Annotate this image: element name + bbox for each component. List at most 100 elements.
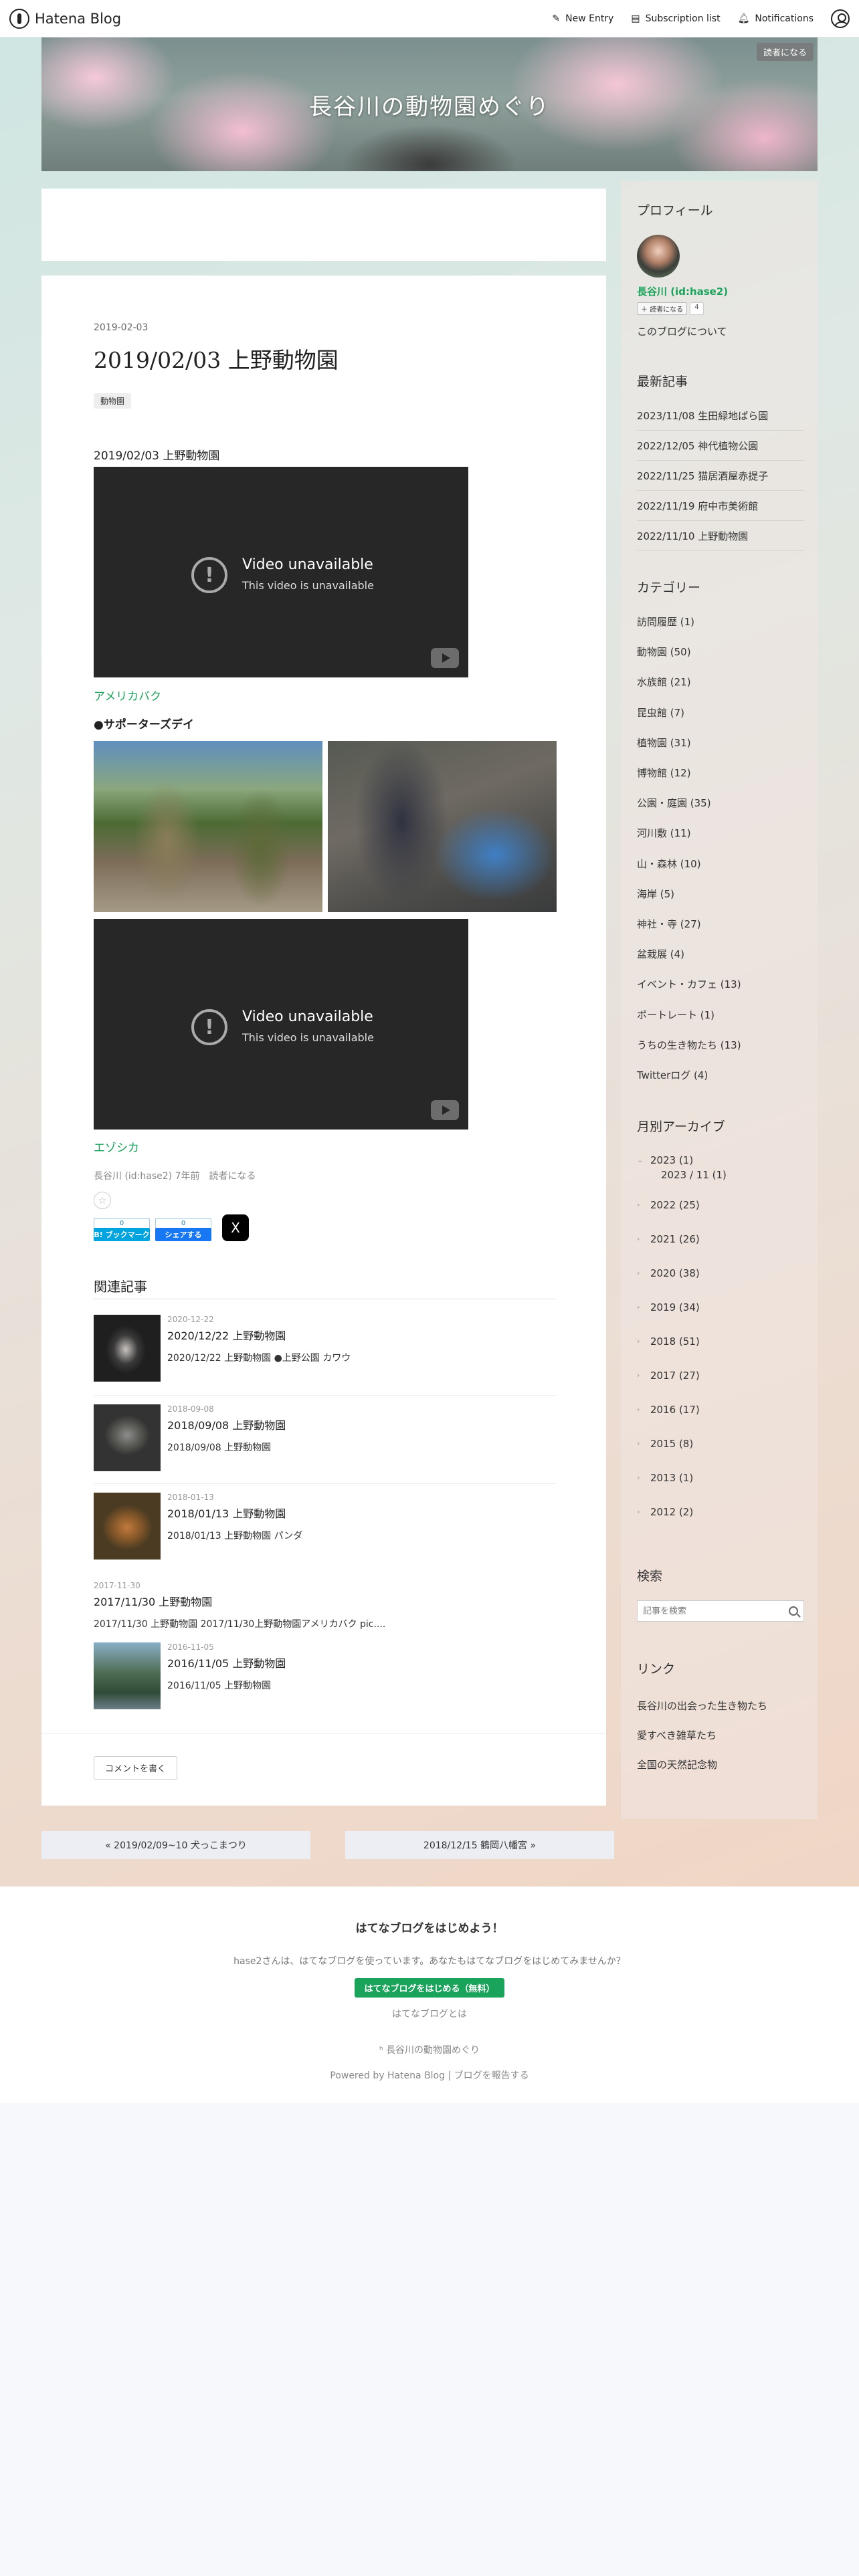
prev-entry-link[interactable]: « 2019/02/09~10 犬っこまつり xyxy=(41,1831,310,1859)
hatena-bookmark-share[interactable]: 0 B! ブックマーク xyxy=(94,1218,150,1241)
subscription-list-link[interactable]: ▤ Subscription list xyxy=(631,13,720,24)
photo-feeding[interactable] xyxy=(328,741,557,912)
about-hatena-blog-link[interactable]: はてなブログとは xyxy=(0,2007,859,2020)
archive-year[interactable]: › 2020 (38) xyxy=(637,1256,804,1290)
category-item[interactable]: 海岸 (5) xyxy=(637,879,804,909)
related-date: 2020-12-22 xyxy=(167,1315,214,1324)
category-item[interactable]: 昆虫館 (7) xyxy=(637,697,804,728)
profile-name[interactable]: 長谷川 (id:hase2) xyxy=(637,284,804,298)
follow-button[interactable]: ＋ 読者になる xyxy=(637,302,688,315)
archive-year[interactable]: › 2018 (51) xyxy=(637,1324,804,1358)
archive-year[interactable]: › 2022 (25) xyxy=(637,1188,804,1222)
hatena-bookmark-button[interactable]: B! ブックマーク xyxy=(94,1228,150,1241)
youtube-icon[interactable] xyxy=(431,1100,459,1120)
hatena-blog-logo[interactable]: Hatena Blog xyxy=(9,8,121,29)
notifications-link[interactable]: 🔔︎ Notifications xyxy=(738,13,814,24)
entry-date[interactable]: 2019-02-03 xyxy=(94,322,597,333)
archive-heading: 月別アーカイブ xyxy=(637,1119,725,1134)
subscribe-button[interactable]: 読者になる xyxy=(756,43,814,61)
category-item[interactable]: ポートレート (1) xyxy=(637,999,804,1029)
x-share-icon[interactable]: X xyxy=(222,1214,249,1241)
link-american-tapir[interactable]: アメリカバク xyxy=(94,687,161,704)
category-tag[interactable]: 動物園 xyxy=(94,393,132,409)
related-thumbnail[interactable] xyxy=(94,1315,161,1382)
search-icon[interactable] xyxy=(789,1606,798,1616)
related-title[interactable]: 2020/12/22 上野動物園 xyxy=(167,1327,351,1343)
video-title: Video unavailable xyxy=(242,556,373,573)
related-item[interactable]: 2018-01-13 2018/01/13 上野動物園 2018/01/13 上… xyxy=(94,1493,555,1560)
user-icon[interactable] xyxy=(831,9,850,28)
archive-month[interactable]: 2023 / 11 (1) xyxy=(637,1169,804,1184)
star-icon[interactable]: ☆ xyxy=(94,1192,111,1209)
category-item[interactable]: うちの生き物たち (13) xyxy=(637,1030,804,1060)
entry-title[interactable]: 2019/02/03 上野動物園 xyxy=(94,342,597,374)
recent-item[interactable]: 2023/11/08 生田緑地ばら園 xyxy=(637,401,804,431)
blog-title[interactable]: 長谷川の動物園めぐり xyxy=(309,88,550,121)
related-thumbnail[interactable] xyxy=(94,1404,161,1471)
share-buttons: 0 B! ブックマーク 0 シェアする X xyxy=(94,1214,249,1241)
category-item[interactable]: 山・森林 (10) xyxy=(637,849,804,879)
start-blog-button[interactable]: はてなブログをはじめる（無料） xyxy=(355,1978,504,1998)
archive-year[interactable]: › 2019 (34) xyxy=(637,1290,804,1324)
facebook-share-button[interactable]: シェアする xyxy=(155,1228,211,1241)
category-item[interactable]: 公園・庭園 (35) xyxy=(637,788,804,818)
avatar[interactable] xyxy=(637,235,680,278)
recent-item[interactable]: 2022/11/25 猫居酒屋赤提子 xyxy=(637,461,804,491)
related-title[interactable]: 2018/09/08 上野動物園 xyxy=(167,1416,286,1432)
related-title[interactable]: 2017/11/30 上野動物園 xyxy=(94,1593,555,1609)
category-item[interactable]: Twitterログ (4) xyxy=(637,1060,804,1090)
search-input[interactable] xyxy=(643,1606,789,1616)
subscription-list-label: Subscription list xyxy=(645,13,721,24)
category-item[interactable]: 河川敷 (11) xyxy=(637,818,804,848)
footer-blog-name[interactable]: ʰ 長谷川の動物園めぐり xyxy=(0,2043,859,2056)
video-embed[interactable]: ! Video unavailable This video is unavai… xyxy=(94,467,468,677)
related-thumbnail[interactable] xyxy=(94,1493,161,1560)
photo-zookeepers[interactable] xyxy=(94,741,322,912)
related-snippet: 2018/01/13 上野動物園 パンダ xyxy=(167,1531,303,1541)
category-item[interactable]: 動物園 (50) xyxy=(637,637,804,667)
related-title[interactable]: 2016/11/05 上野動物園 xyxy=(167,1654,286,1671)
link-item[interactable]: 愛すべき雑草たち xyxy=(637,1720,804,1749)
related-date: 2018-01-13 xyxy=(167,1493,214,1502)
archive-year[interactable]: › 2021 (26) xyxy=(637,1222,804,1256)
archive-year[interactable]: › 2015 (8) xyxy=(637,1426,804,1461)
facebook-share[interactable]: 0 シェアする xyxy=(155,1218,211,1241)
category-item[interactable]: 訪問履歴 (1) xyxy=(637,607,804,637)
archive-year-label: 2017 (27) xyxy=(650,1369,700,1382)
powered-by[interactable]: Powered by Hatena Blog | ブログを報告する xyxy=(0,2068,859,2082)
new-entry-link[interactable]: ✎ New Entry xyxy=(552,13,613,24)
search-box xyxy=(637,1600,804,1622)
archive-year-label: 2012 (2) xyxy=(650,1505,694,1518)
category-list: 訪問履歴 (1) 動物園 (50) 水族館 (21) 昆虫館 (7) 植物園 (… xyxy=(637,607,804,1090)
category-item[interactable]: 博物館 (12) xyxy=(637,758,804,788)
archive-year[interactable]: › 2017 (27) xyxy=(637,1358,804,1392)
link-item[interactable]: 長谷川の出会った生き物たち xyxy=(637,1691,804,1720)
related-title[interactable]: 2018/01/13 上野動物園 xyxy=(167,1505,302,1521)
related-item[interactable]: 2016-11-05 2016/11/05 上野動物園 2016/11/05 上… xyxy=(94,1642,555,1709)
archive-year-label: 2013 (1) xyxy=(650,1471,694,1484)
category-item[interactable]: 水族館 (21) xyxy=(637,667,804,697)
related-item[interactable]: 2020-12-22 2020/12/22 上野動物園 2020/12/22 上… xyxy=(94,1315,555,1396)
archive-year[interactable]: › 2012 (2) xyxy=(637,1495,804,1529)
archive-year[interactable]: › 2013 (1) xyxy=(637,1461,804,1495)
related-thumbnail[interactable] xyxy=(94,1642,161,1709)
related-separator xyxy=(94,1395,555,1396)
category-item[interactable]: イベント・カフェ (13) xyxy=(637,969,804,999)
recent-item[interactable]: 2022/11/19 府中市美術館 xyxy=(637,491,804,521)
link-item[interactable]: 全国の天然記念物 xyxy=(637,1749,804,1779)
youtube-icon[interactable] xyxy=(431,648,459,668)
site-footer: はてなブログをはじめよう！ hase2さんは、はてなブログを使っています。あなた… xyxy=(0,1887,859,2103)
video-embed-2[interactable]: ! Video unavailable This video is unavai… xyxy=(94,919,468,1130)
related-item[interactable]: 2018-09-08 2018/09/08 上野動物園 2018/09/08 上… xyxy=(94,1404,555,1484)
about-blog-link[interactable]: このブログについて xyxy=(637,324,804,338)
related-item[interactable]: 2017-11-30 2017/11/30 上野動物園 2017/11/30 上… xyxy=(94,1581,555,1630)
category-item[interactable]: 盆栽展 (4) xyxy=(637,939,804,969)
recent-item[interactable]: 2022/11/10 上野動物園 xyxy=(637,521,804,551)
category-item[interactable]: 神社・寺 (27) xyxy=(637,909,804,939)
recent-item[interactable]: 2022/12/05 神代植物公園 xyxy=(637,431,804,461)
archive-year[interactable]: › 2016 (17) xyxy=(637,1392,804,1426)
category-item[interactable]: 植物園 (31) xyxy=(637,728,804,758)
write-comment-button[interactable]: コメントを書く xyxy=(94,1756,178,1780)
next-entry-link[interactable]: 2018/12/15 鶴岡八幡宮 » xyxy=(345,1831,614,1859)
link-ezo-deer[interactable]: エゾシカ xyxy=(94,1138,139,1155)
